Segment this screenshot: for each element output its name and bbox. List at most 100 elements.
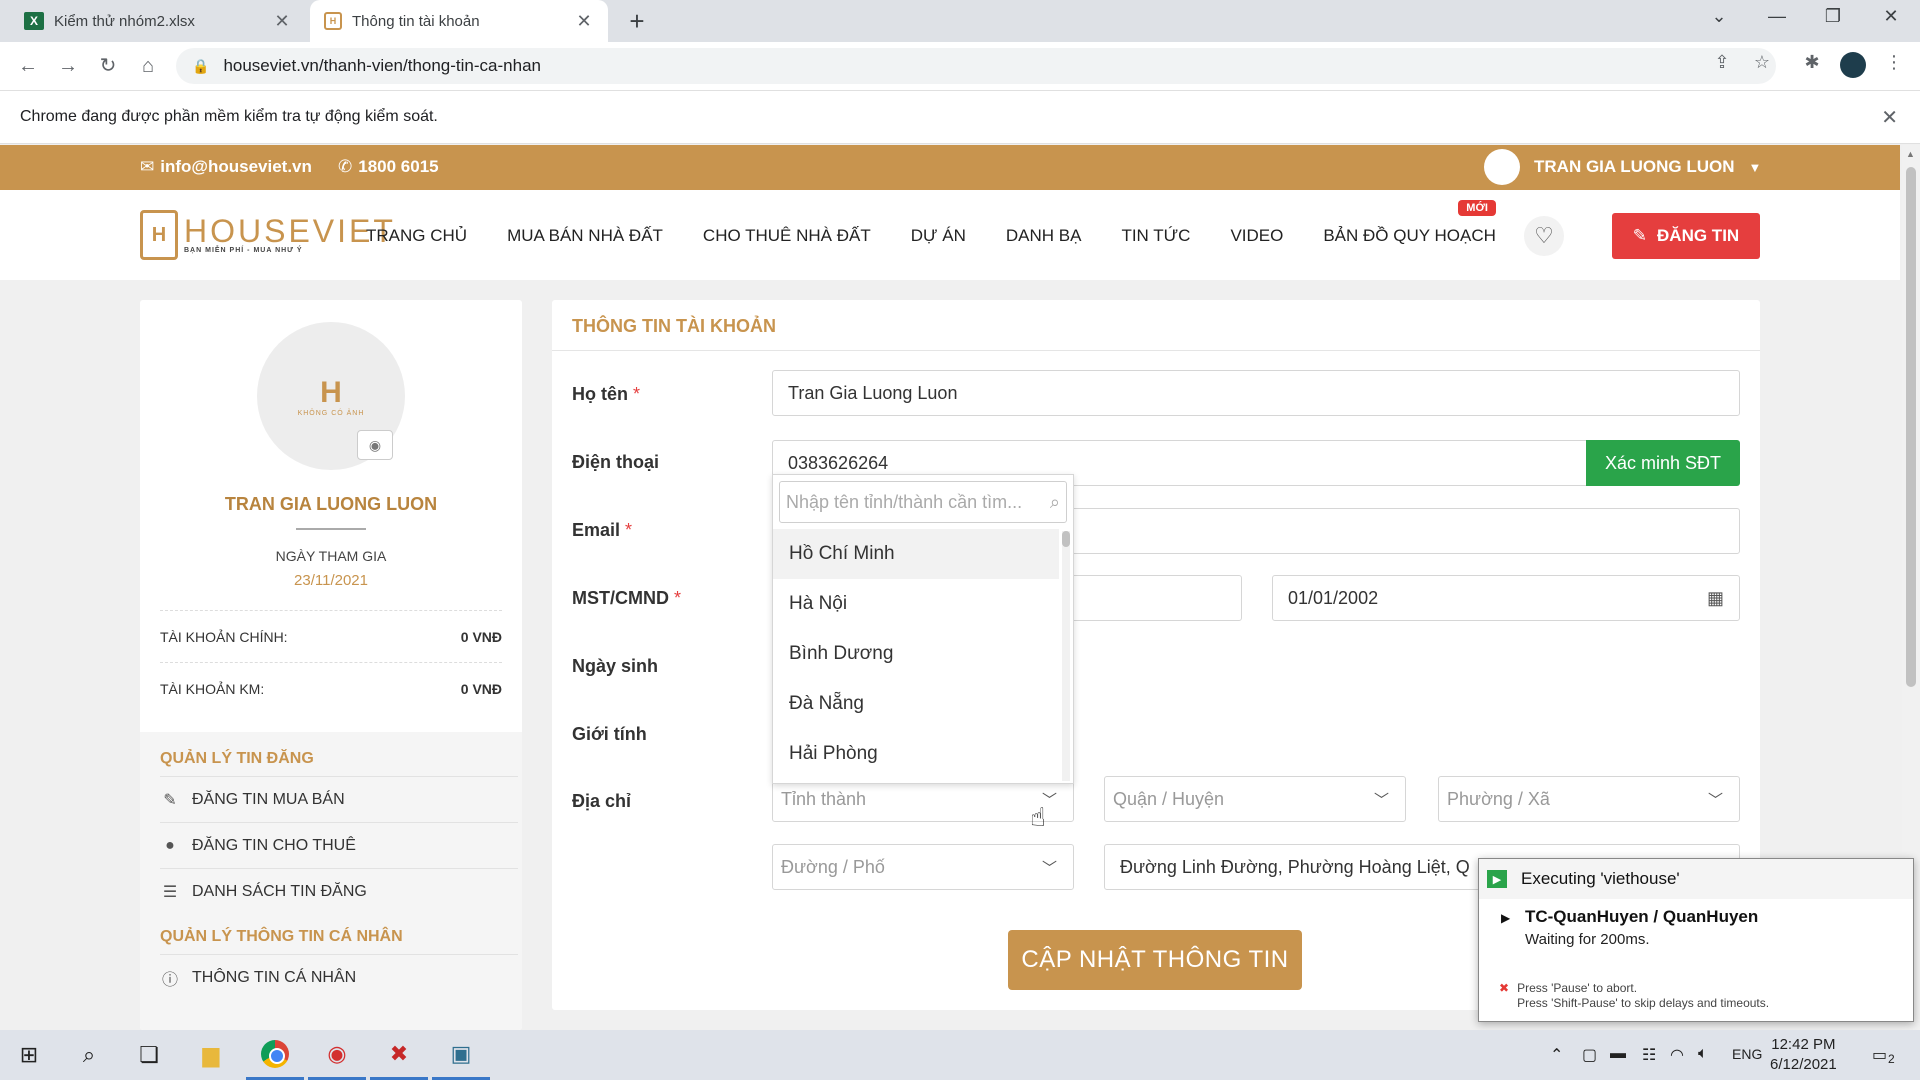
district-select[interactable]: Quận / Huyện ﹀ [1104,776,1406,822]
no-image-logo-icon: H [320,375,342,409]
scroll-up-icon[interactable]: ▲ [1906,149,1915,159]
email-label: Email * [572,520,632,541]
tab-account-info[interactable]: H Thông tin tài khoản ✕ [310,0,608,42]
nav-news[interactable]: TIN TỨC [1121,226,1190,246]
sidebar-item-post-list[interactable]: ☰ DANH SÁCH TIN ĐĂNG [160,868,518,914]
tab-excel[interactable]: X Kiểm thử nhóm2.xlsx ✕ [10,0,306,42]
browser-tab-strip: X Kiểm thử nhóm2.xlsx ✕ H Thông tin tài … [0,0,1920,42]
home-icon[interactable]: ⌂ [134,52,162,80]
issue-date-input[interactable]: 01/01/2002 ▦ [1272,575,1740,621]
tab-search-icon[interactable]: ⌄ [1704,6,1734,27]
nav-projects[interactable]: DỰ ÁN [911,226,966,246]
katalon-recorder-icon[interactable]: ✖ [370,1030,428,1080]
clock[interactable]: 12:42 PM 6/12/2021 [1770,1035,1837,1075]
bookmark-star-icon[interactable]: ☆ [1748,52,1776,73]
camera-icon[interactable]: ◉ [357,430,393,460]
contact-phone[interactable]: ✆ 1800 6015 [338,157,439,177]
contact-email[interactable]: ✉ info@houseviet.vn [140,157,312,177]
windows-start-icon[interactable]: ⊞ [0,1030,58,1080]
window-close-icon[interactable]: ✕ [1876,6,1906,27]
province-option[interactable]: Đà Nẵng [773,679,1059,729]
tray-chevron-up-icon[interactable]: ⌃ [1550,1045,1563,1065]
logo-mark-icon: H [140,210,178,260]
site-header: H HOUSEVIET BẠN MIỄN PHÍ - MUA NHƯ Ý TRA… [0,190,1900,280]
province-option[interactable]: Hải Phòng [773,729,1059,779]
nav-home[interactable]: TRANG CHỦ [366,226,467,246]
province-option[interactable]: Hồ Chí Minh [773,529,1059,579]
back-icon[interactable]: ← [14,52,42,80]
nav-rent[interactable]: CHO THUÊ NHÀ ĐẤT [703,226,871,246]
update-info-button[interactable]: CẬP NHẬT THÔNG TIN [1008,930,1302,990]
sidebar-item-post-rent[interactable]: ● ĐĂNG TIN CHO THUÊ [160,822,518,868]
tab-title: Kiểm thử nhóm2.xlsx [54,12,195,30]
street-select[interactable]: Đường / Phố ﹀ [772,844,1074,890]
user-menu[interactable]: ☺ TRAN GIA LUONG LUON ▼ [1484,149,1761,185]
search-icon[interactable]: ⌕ [60,1030,118,1080]
volume-icon[interactable]: 🔈︎ [1698,1045,1708,1063]
province-search-input[interactable]: Nhập tên tỉnh/thành cần tìm... ⌕ [779,481,1067,523]
district-placeholder: Quận / Huyện [1113,788,1225,809]
verify-phone-button[interactable]: Xác minh SĐT [1586,440,1740,486]
input-language[interactable]: ENG [1732,1046,1762,1062]
close-icon[interactable]: ✕ [574,11,594,32]
clock-date: 6/12/2021 [1770,1056,1837,1073]
minimize-icon[interactable]: — [1762,6,1792,27]
reload-icon[interactable]: ↻ [94,52,122,80]
profile-avatar-icon[interactable] [1840,52,1866,78]
section-personal-heading: QUẢN LÝ THÔNG TIN CÁ NHÂN [160,928,403,945]
required-mark: * [625,520,633,540]
fullname-label: Họ tên * [572,384,640,405]
post-listing-button[interactable]: ✎ ĐĂNG TIN [1612,213,1760,259]
sidebar-item-personal-info[interactable]: ⓘ THÔNG TIN CÁ NHÂN [160,954,518,1000]
battery-icon[interactable]: ▬ [1610,1045,1626,1063]
sidebar-item-post-sale[interactable]: ✎ ĐĂNG TIN MUA BÁN [160,776,518,822]
excel-icon: X [24,12,44,30]
nav-directory[interactable]: DANH BẠ [1006,226,1082,246]
menu-kebab-icon[interactable]: ⋮ [1880,52,1908,73]
favorites-heart-icon[interactable]: ♡ [1524,216,1564,256]
dropdown-scrollbar[interactable] [1062,531,1070,781]
scrollbar-thumb[interactable] [1062,531,1070,547]
chevron-down-icon: ﹀ [1707,791,1723,809]
file-explorer-icon[interactable]: ▆ [182,1030,240,1080]
lock-icon[interactable]: 🔒 [192,58,209,75]
tray-notes-icon[interactable]: ☷ [1642,1045,1656,1065]
phone-icon: ✆ [338,157,353,176]
promo-account-row: TÀI KHOẢN KM: 0 VNĐ [160,662,502,714]
nav-planning-map[interactable]: BẢN ĐỒ QUY HOẠCH MỚI [1323,200,1496,246]
province-option[interactable]: Hà Nội [773,579,1059,629]
required-mark: * [633,384,641,404]
sidebar-item-label: ĐĂNG TIN MUA BÁN [192,790,345,808]
wifi-icon[interactable]: ◠ [1670,1045,1684,1065]
app-icon-red[interactable]: ◉ [308,1030,366,1080]
nav-buy-sell[interactable]: MUA BÁN NHÀ ĐẤT [507,226,663,246]
site-logo[interactable]: H HOUSEVIET BẠN MIỄN PHÍ - MUA NHƯ Ý [140,210,396,260]
fullname-input[interactable]: Tran Gia Luong Luon [772,370,1740,416]
task-view-icon[interactable]: ❏ [120,1030,178,1080]
katalon-hints: ✖ Press 'Pause' to abort. Press 'Shift-P… [1499,981,1769,1011]
promo-account-value: 0 VNĐ [460,681,502,697]
katalon-testcase: ▶ TC-QuanHuyen / QuanHuyen [1479,899,1913,927]
province-option[interactable]: Bình Dương [773,629,1059,679]
notification-center-icon[interactable]: ▭ [1872,1045,1887,1065]
nav-video[interactable]: VIDEO [1230,226,1283,246]
address-bar[interactable]: 🔒 houseviet.vn/thanh-vien/thong-tin-ca-n… [176,48,1776,84]
user-name: TRAN GIA LUONG LUON [1534,157,1735,176]
caret-down-icon: ▼ [1748,159,1762,175]
close-icon[interactable]: ✕ [1881,105,1898,130]
forward-icon[interactable]: → [54,52,82,80]
share-icon[interactable]: ⇪ [1708,52,1736,73]
tray-device-icon[interactable]: ▢ [1582,1045,1597,1065]
search-icon: ⌕ [1049,491,1060,512]
scrollbar-thumb[interactable] [1906,167,1916,687]
avatar-caption: KHÔNG CÓ ẢNH [297,409,365,417]
calendar-icon[interactable]: ▦ [1707,588,1724,609]
ward-select[interactable]: Phường / Xã ﹀ [1438,776,1740,822]
new-tab-button[interactable]: + [624,8,650,34]
chrome-icon[interactable] [246,1030,304,1080]
extensions-puzzle-icon[interactable]: ✱ [1798,52,1826,73]
province-dropdown: Nhập tên tỉnh/thành cần tìm... ⌕ Hồ Chí … [772,474,1074,784]
restore-icon[interactable]: ❐ [1818,6,1848,27]
close-icon[interactable]: ✕ [272,11,292,32]
app-window-icon[interactable]: ▣ [432,1030,490,1080]
